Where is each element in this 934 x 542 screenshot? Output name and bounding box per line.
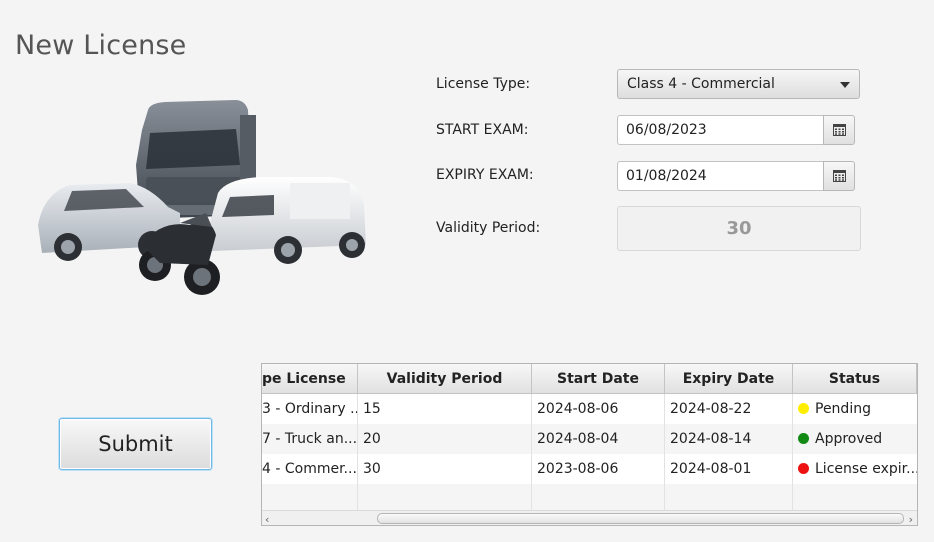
status-text: Approved <box>815 431 883 447</box>
cell-type-license: 3 - Ordinary ... <box>262 394 358 424</box>
scroll-left-icon[interactable]: ‹ <box>265 513 269 525</box>
van-shape <box>210 177 366 264</box>
start-exam-label: START EXAM: <box>436 122 529 138</box>
cell-status: Pending <box>793 394 917 424</box>
table-row[interactable]: 3 - Ordinary ... 15 2024-08-06 2024-08-2… <box>262 394 917 424</box>
cell-status: License expir... <box>793 454 917 484</box>
table-row-empty <box>262 484 917 510</box>
scroll-right-icon[interactable]: › <box>909 513 913 525</box>
cell-validity-period: 15 <box>358 394 532 424</box>
license-type-dropdown[interactable]: Class 4 - Commercial <box>617 69 860 99</box>
cell-start-date: 2024-08-04 <box>532 424 665 454</box>
license-type-label: License Type: <box>436 76 531 92</box>
status-dot-icon <box>798 463 809 474</box>
submit-button[interactable]: Submit <box>59 418 212 470</box>
calendar-icon <box>833 170 846 182</box>
validity-period-value: 30 <box>617 206 861 251</box>
status-text: License expir... <box>815 461 917 477</box>
validity-period-label: Validity Period: <box>436 220 541 236</box>
expiry-exam-label: EXPIRY EXAM: <box>436 167 534 183</box>
cell-validity-period: 30 <box>358 454 532 484</box>
column-header-validity-period[interactable]: Validity Period <box>358 364 532 394</box>
start-exam-calendar-button[interactable] <box>823 115 855 145</box>
column-header-type-license[interactable]: pe License <box>262 364 358 394</box>
calendar-icon <box>833 124 846 136</box>
expiry-exam-date-field[interactable]: 01/08/2024 <box>617 161 823 191</box>
empty-cell <box>665 484 793 510</box>
cell-expiry-date: 2024-08-22 <box>665 394 793 424</box>
column-header-expiry-date[interactable]: Expiry Date <box>665 364 793 394</box>
column-header-start-date[interactable]: Start Date <box>532 364 665 394</box>
empty-cell <box>262 484 358 510</box>
horizontal-scrollbar[interactable]: ‹ › <box>262 510 917 525</box>
chevron-down-icon <box>840 82 850 88</box>
cell-expiry-date: 2024-08-14 <box>665 424 793 454</box>
license-type-value: Class 4 - Commercial <box>627 76 775 92</box>
table-row[interactable]: 7 - Truck an... 20 2024-08-04 2024-08-14… <box>262 424 917 454</box>
status-text: Pending <box>815 401 871 417</box>
expiry-exam-calendar-button[interactable] <box>823 161 855 191</box>
cell-status: Approved <box>793 424 917 454</box>
cell-start-date: 2024-08-06 <box>532 394 665 424</box>
vehicles-illustration <box>38 100 366 295</box>
table-row[interactable]: 4 - Commer... 30 2023-08-06 2024-08-01 L… <box>262 454 917 484</box>
cell-type-license: 4 - Commer... <box>262 454 358 484</box>
page-title: New License <box>15 30 187 61</box>
scrollbar-thumb[interactable] <box>377 513 904 524</box>
empty-cell <box>532 484 665 510</box>
status-dot-icon <box>798 403 809 414</box>
start-exam-date-field[interactable]: 06/08/2023 <box>617 115 823 145</box>
status-dot-icon <box>798 433 809 444</box>
cell-start-date: 2023-08-06 <box>532 454 665 484</box>
empty-cell <box>358 484 532 510</box>
column-header-status[interactable]: Status <box>793 364 917 394</box>
cell-expiry-date: 2024-08-01 <box>665 454 793 484</box>
cell-type-license: 7 - Truck an... <box>262 424 358 454</box>
licenses-table[interactable]: pe License Validity Period Start Date Ex… <box>261 363 918 526</box>
cell-validity-period: 20 <box>358 424 532 454</box>
